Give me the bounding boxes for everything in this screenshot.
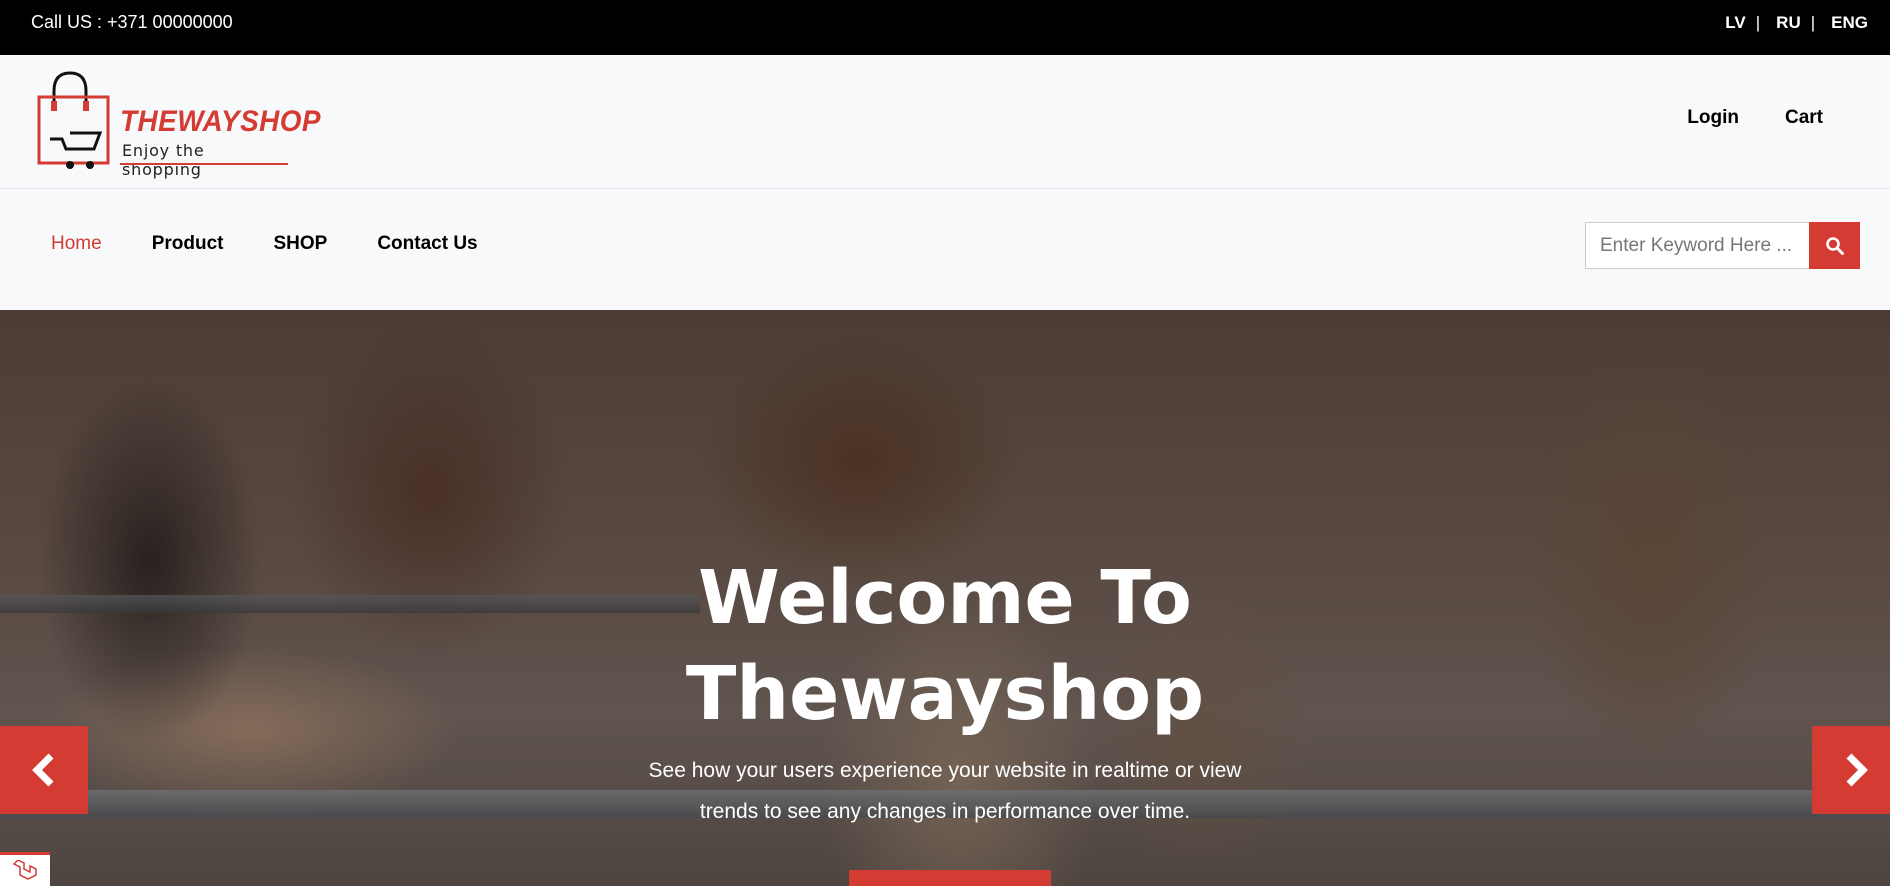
shopping-bag-cart-icon <box>37 71 110 169</box>
hero-title-line-1: Welcome To <box>698 555 1192 641</box>
framework-badge[interactable] <box>0 852 50 886</box>
main-nav: Home Product SHOP Contact Us <box>51 233 478 255</box>
search-button[interactable] <box>1809 222 1860 269</box>
lang-separator: | <box>1810 13 1816 32</box>
chevron-right-icon <box>1846 753 1868 787</box>
hero-subtitle-line-1: See how your users experience your websi… <box>648 759 1242 782</box>
nav-item-product[interactable]: Product <box>152 233 224 255</box>
chevron-left-icon <box>32 753 54 787</box>
top-bar: Call US : +371 00000000 LV | RU | ENG <box>0 0 1890 55</box>
hero-title-line-2: Thewayshop <box>685 651 1205 737</box>
nav-item-shop[interactable]: SHOP <box>273 233 327 255</box>
brand-underline <box>120 163 288 165</box>
lang-eng[interactable]: ENG <box>1831 13 1868 33</box>
slider-next-button[interactable] <box>1812 726 1890 814</box>
hero-subtitle: See how your users experience your websi… <box>0 750 1890 832</box>
search-input[interactable] <box>1585 222 1809 269</box>
hero-subtitle-line-2: trends to see any changes in performance… <box>699 800 1191 823</box>
brand-logo[interactable]: THEWAYSHOP Enjoy the shopping <box>36 69 321 179</box>
site-header: THEWAYSHOP Enjoy the shopping Login Cart <box>0 55 1890 189</box>
hero-title: Welcome To Thewayshop <box>0 550 1890 742</box>
laravel-icon <box>12 859 37 880</box>
slider-prev-button[interactable] <box>0 726 88 814</box>
language-switcher: LV | RU | ENG <box>1725 13 1868 33</box>
brand-tagline: Enjoy the shopping <box>122 141 205 179</box>
header-links: Login Cart <box>1687 107 1823 129</box>
search-icon <box>1825 236 1844 255</box>
nav-item-contact-us[interactable]: Contact Us <box>377 233 477 255</box>
hero-slider: Welcome To Thewayshop See how your users… <box>0 310 1890 886</box>
login-link[interactable]: Login <box>1687 107 1739 129</box>
hero-cta-button[interactable] <box>849 870 1051 886</box>
main-navbar: Home Product SHOP Contact Us <box>0 189 1890 310</box>
search-box <box>1585 222 1860 269</box>
brand-name: THEWAYSHOP <box>120 105 322 138</box>
cart-link[interactable]: Cart <box>1785 107 1823 129</box>
lang-separator: | <box>1755 13 1761 32</box>
lang-lv[interactable]: LV <box>1725 13 1745 33</box>
call-us-text: Call US : +371 00000000 <box>31 12 233 32</box>
lang-ru[interactable]: RU <box>1776 13 1801 33</box>
nav-item-home[interactable]: Home <box>51 233 102 255</box>
